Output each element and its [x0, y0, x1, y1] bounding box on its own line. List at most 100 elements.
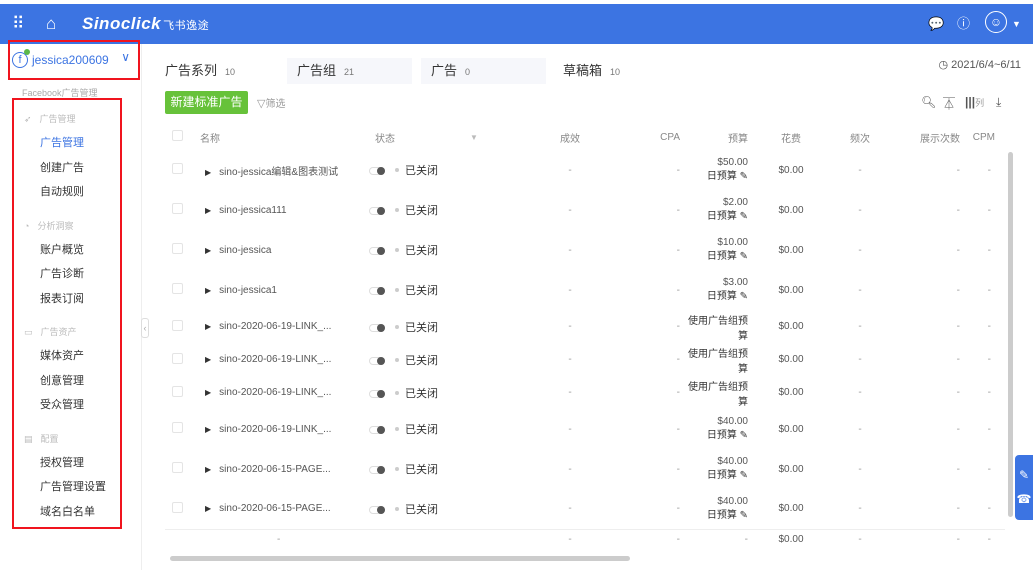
table-row[interactable]: ▶ sino-jessica1 已关闭 - - $3.00 日预算 ✎ $0.00 … [165, 270, 1005, 310]
row-checkbox[interactable] [172, 243, 183, 254]
expand-caret-icon[interactable]: ▶ [205, 322, 211, 331]
row-checkbox[interactable] [172, 422, 183, 433]
home-icon[interactable]: ⌂ [46, 13, 56, 35]
vertical-scrollbar[interactable] [1008, 152, 1013, 517]
tab[interactable]: 草稿箱 10 [563, 58, 620, 84]
row-checkbox[interactable] [172, 319, 183, 331]
edit-pencil-icon[interactable]: ✎ [740, 510, 748, 521]
campaign-name[interactable]: sino-2020-06-19-LINK_... [219, 321, 331, 332]
campaign-name[interactable]: sino-jessica111 [219, 205, 286, 216]
col-results[interactable]: 成效 [500, 124, 640, 150]
edit-pencil-icon[interactable]: ✎ [740, 430, 748, 441]
campaign-name[interactable]: sino-2020-06-15-PAGE... [219, 464, 331, 475]
table-row[interactable]: ▶ sino-2020-06-15-PAGE... 已关闭 - - $40.00 日… [165, 489, 1005, 529]
edit-pencil-icon[interactable]: ✎ [740, 470, 748, 481]
sidebar-item[interactable]: 广告诊断 [40, 265, 84, 281]
status-toggle[interactable] [369, 506, 385, 515]
expand-caret-icon[interactable]: ▶ [205, 388, 211, 397]
collapse-sidebar-button[interactable]: ‹ [141, 318, 149, 338]
apps-grid-icon[interactable]: ⠿ [12, 13, 24, 35]
new-standard-ad-button[interactable]: 新建标准广告 [165, 91, 248, 114]
row-checkbox[interactable] [172, 385, 183, 397]
row-checkbox[interactable] [172, 203, 183, 214]
expand-caret-icon[interactable]: ▶ [205, 206, 211, 215]
status-toggle[interactable] [369, 426, 385, 435]
campaign-name[interactable]: sino-2020-06-19-LINK_... [219, 387, 331, 398]
table-row[interactable]: ▶ sino-2020-06-19-LINK_... 已关闭 - - 使用广告组预… [165, 310, 1005, 343]
filter-button[interactable]: ▽筛选 [257, 95, 285, 110]
sidebar-item[interactable]: 广告管理 [40, 134, 84, 150]
status-toggle[interactable] [369, 466, 385, 475]
columns-button[interactable]: |||列 [965, 95, 984, 109]
col-budget[interactable]: 预算 [680, 124, 752, 150]
sidebar-item[interactable]: 账户概览 [40, 241, 84, 257]
expand-caret-icon[interactable]: ▶ [205, 465, 211, 474]
table-row[interactable]: ▶ sino-2020-06-15-PAGE... 已关闭 - - $40.00 日… [165, 449, 1005, 489]
table-row[interactable]: ▶ sino-2020-06-19-LINK_... 已关闭 - - 使用广告组预… [165, 343, 1005, 376]
sidebar-item[interactable]: 报表订阅 [40, 290, 84, 306]
campaign-name[interactable]: sino-2020-06-15-PAGE... [219, 503, 331, 514]
caret-down-icon[interactable]: ▼ [1012, 13, 1021, 35]
col-impressions[interactable]: 展示次数 [890, 124, 960, 150]
search-icon[interactable]: 🔍︎ [921, 95, 936, 109]
status-toggle[interactable] [369, 356, 385, 365]
row-checkbox[interactable] [172, 283, 183, 294]
edit-pencil-icon[interactable]: ✎ [740, 291, 748, 302]
campaign-name[interactable]: sino-2020-06-19-LINK_... [219, 424, 331, 435]
user-avatar-icon[interactable]: ☺ [985, 11, 1007, 33]
row-checkbox[interactable] [172, 462, 183, 473]
tab[interactable]: 广告组 21 [287, 58, 412, 84]
edit-pencil-icon[interactable]: ✎ [740, 171, 748, 182]
account-selector[interactable]: f jessica200609 ∨ [8, 40, 140, 80]
col-cpm[interactable]: CPM [960, 124, 1005, 150]
status-filter-icon[interactable]: ▼ [470, 124, 500, 150]
status-toggle[interactable] [369, 167, 385, 176]
help-icon[interactable]: ⓘ [957, 13, 970, 35]
table-row[interactable]: ▶ sino-jessica编辑&图表测试 已关闭 - - $50.00 日预算 ✎… [165, 150, 1005, 190]
row-checkbox[interactable] [172, 163, 183, 174]
campaign-name[interactable]: sino-2020-06-19-LINK_... [219, 354, 331, 365]
hierarchy-icon[interactable]: ⏄ [943, 95, 955, 112]
col-frequency[interactable]: 频次 [830, 124, 890, 150]
download-icon[interactable]: ⤓ [996, 95, 1001, 110]
expand-caret-icon[interactable]: ▶ [205, 504, 211, 513]
sidebar-item[interactable]: 创建广告 [40, 159, 84, 175]
status-toggle[interactable] [369, 287, 385, 296]
status-toggle[interactable] [369, 389, 385, 398]
row-checkbox[interactable] [172, 501, 183, 513]
status-toggle[interactable] [369, 247, 385, 256]
sidebar-item[interactable]: 广告管理设置 [40, 478, 106, 494]
select-all-checkbox[interactable] [172, 130, 183, 141]
sidebar-item[interactable]: 创意管理 [40, 372, 84, 388]
table-row[interactable]: ▶ sino-2020-06-19-LINK_... 已关闭 - - 使用广告组预… [165, 376, 1005, 409]
wechat-icon[interactable]: 💬 [928, 13, 944, 35]
expand-caret-icon[interactable]: ▶ [205, 168, 211, 177]
campaign-name[interactable]: sino-jessica1 [219, 285, 277, 296]
col-status[interactable]: 状态 [365, 124, 470, 150]
sidebar-item[interactable]: 域名白名单 [40, 503, 95, 519]
feedback-icon[interactable]: ✎ [1015, 463, 1033, 487]
tab[interactable]: 广告系列 10 [165, 58, 235, 84]
status-toggle[interactable] [369, 207, 385, 216]
campaign-name[interactable]: sino-jessica编辑&图表测试 [219, 167, 338, 178]
expand-caret-icon[interactable]: ▶ [205, 246, 211, 255]
table-row[interactable]: ▶ sino-jessica 已关闭 - - $10.00 日预算 ✎ $0.00 … [165, 230, 1005, 270]
sidebar-item[interactable]: 受众管理 [40, 396, 84, 412]
table-row[interactable]: ▶ sino-jessica111 已关闭 - - $2.00 日预算 ✎ $0.0… [165, 190, 1005, 230]
expand-caret-icon[interactable]: ▶ [205, 355, 211, 364]
edit-pencil-icon[interactable]: ✎ [740, 251, 748, 262]
horizontal-scrollbar[interactable] [170, 556, 630, 561]
col-name[interactable]: 名称 [195, 124, 365, 150]
support-icon[interactable]: ☎ [1015, 487, 1033, 511]
floating-help-panel[interactable]: ✎ ☎ [1015, 455, 1033, 520]
date-range-picker[interactable]: ◷ 2021/6/4~6/11 [938, 58, 1021, 71]
campaign-name[interactable]: sino-jessica [219, 245, 271, 256]
col-spend[interactable]: 花费 [752, 124, 830, 150]
row-checkbox[interactable] [172, 352, 183, 364]
tab[interactable]: 广告 0 [421, 58, 546, 84]
status-toggle[interactable] [369, 323, 385, 332]
col-cpa[interactable]: CPA [640, 124, 680, 150]
table-row[interactable]: ▶ sino-2020-06-19-LINK_... 已关闭 - - $40.00… [165, 409, 1005, 449]
sidebar-item[interactable]: 授权管理 [40, 454, 84, 470]
expand-caret-icon[interactable]: ▶ [205, 286, 211, 295]
